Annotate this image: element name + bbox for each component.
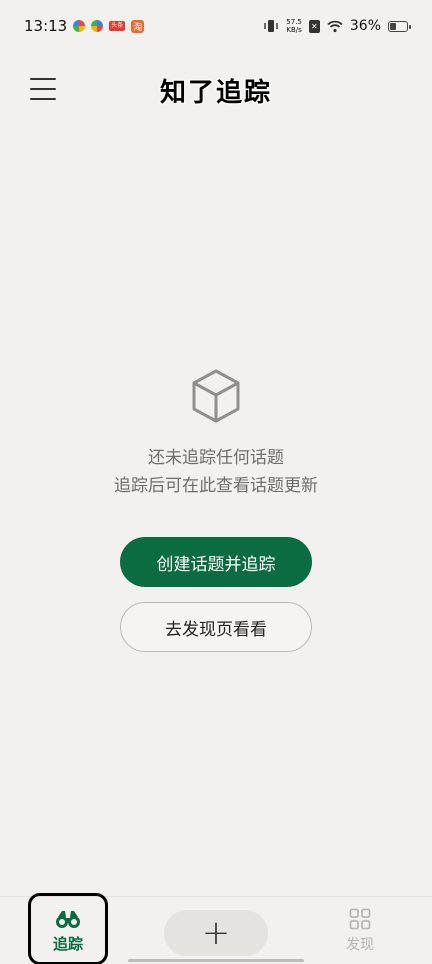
grid-icon (349, 908, 371, 930)
sim-off-icon: ✕ (308, 19, 320, 33)
create-topic-button[interactable]: 创建话题并追踪 (120, 537, 312, 587)
status-right: 57.5 KB/s ✕ 36% (263, 18, 411, 34)
battery-level (390, 22, 396, 30)
app-notification-icon-1 (73, 20, 86, 32)
app-notification-icon-2 (91, 20, 104, 32)
page-title: 知了追踪 (159, 77, 272, 108)
empty-box-icon (192, 369, 240, 423)
home-indicator[interactable] (128, 959, 304, 962)
add-button[interactable]: + (164, 910, 268, 956)
empty-message-line-1: 还未追踪任何话题 (148, 448, 284, 468)
net-speed: 57.5 KB/s (286, 18, 302, 34)
toutiao-app-icon: 头条 (109, 21, 126, 31)
empty-message-line-2: 追踪后可在此查看话题更新 (114, 476, 318, 496)
battery-percent: 36% (349, 18, 381, 34)
selected-tab-highlight (28, 893, 108, 964)
status-time: 13:13 (24, 17, 68, 35)
empty-state: 还未追踪任何话题 追踪后可在此查看话题更新 创建话题并追踪 去发现页看看 (0, 368, 432, 652)
battery-icon (388, 20, 411, 32)
taobao-app-icon: 淘 (131, 19, 145, 33)
vibrate-icon (264, 20, 278, 32)
tab-discover[interactable]: 发现 (320, 897, 400, 964)
status-bar: 13:13 头条 淘 57.5 KB/s ✕ 36% (0, 0, 432, 52)
status-left: 13:13 头条 淘 (24, 17, 145, 35)
app-header: 知了追踪 (0, 60, 432, 120)
menu-icon[interactable] (30, 78, 56, 100)
wifi-icon (327, 20, 343, 32)
tab-discover-label: 发现 (346, 937, 374, 953)
go-discover-button[interactable]: 去发现页看看 (120, 602, 312, 652)
net-speed-unit: KB/s (286, 26, 302, 34)
net-speed-value: 57.5 (286, 18, 302, 26)
